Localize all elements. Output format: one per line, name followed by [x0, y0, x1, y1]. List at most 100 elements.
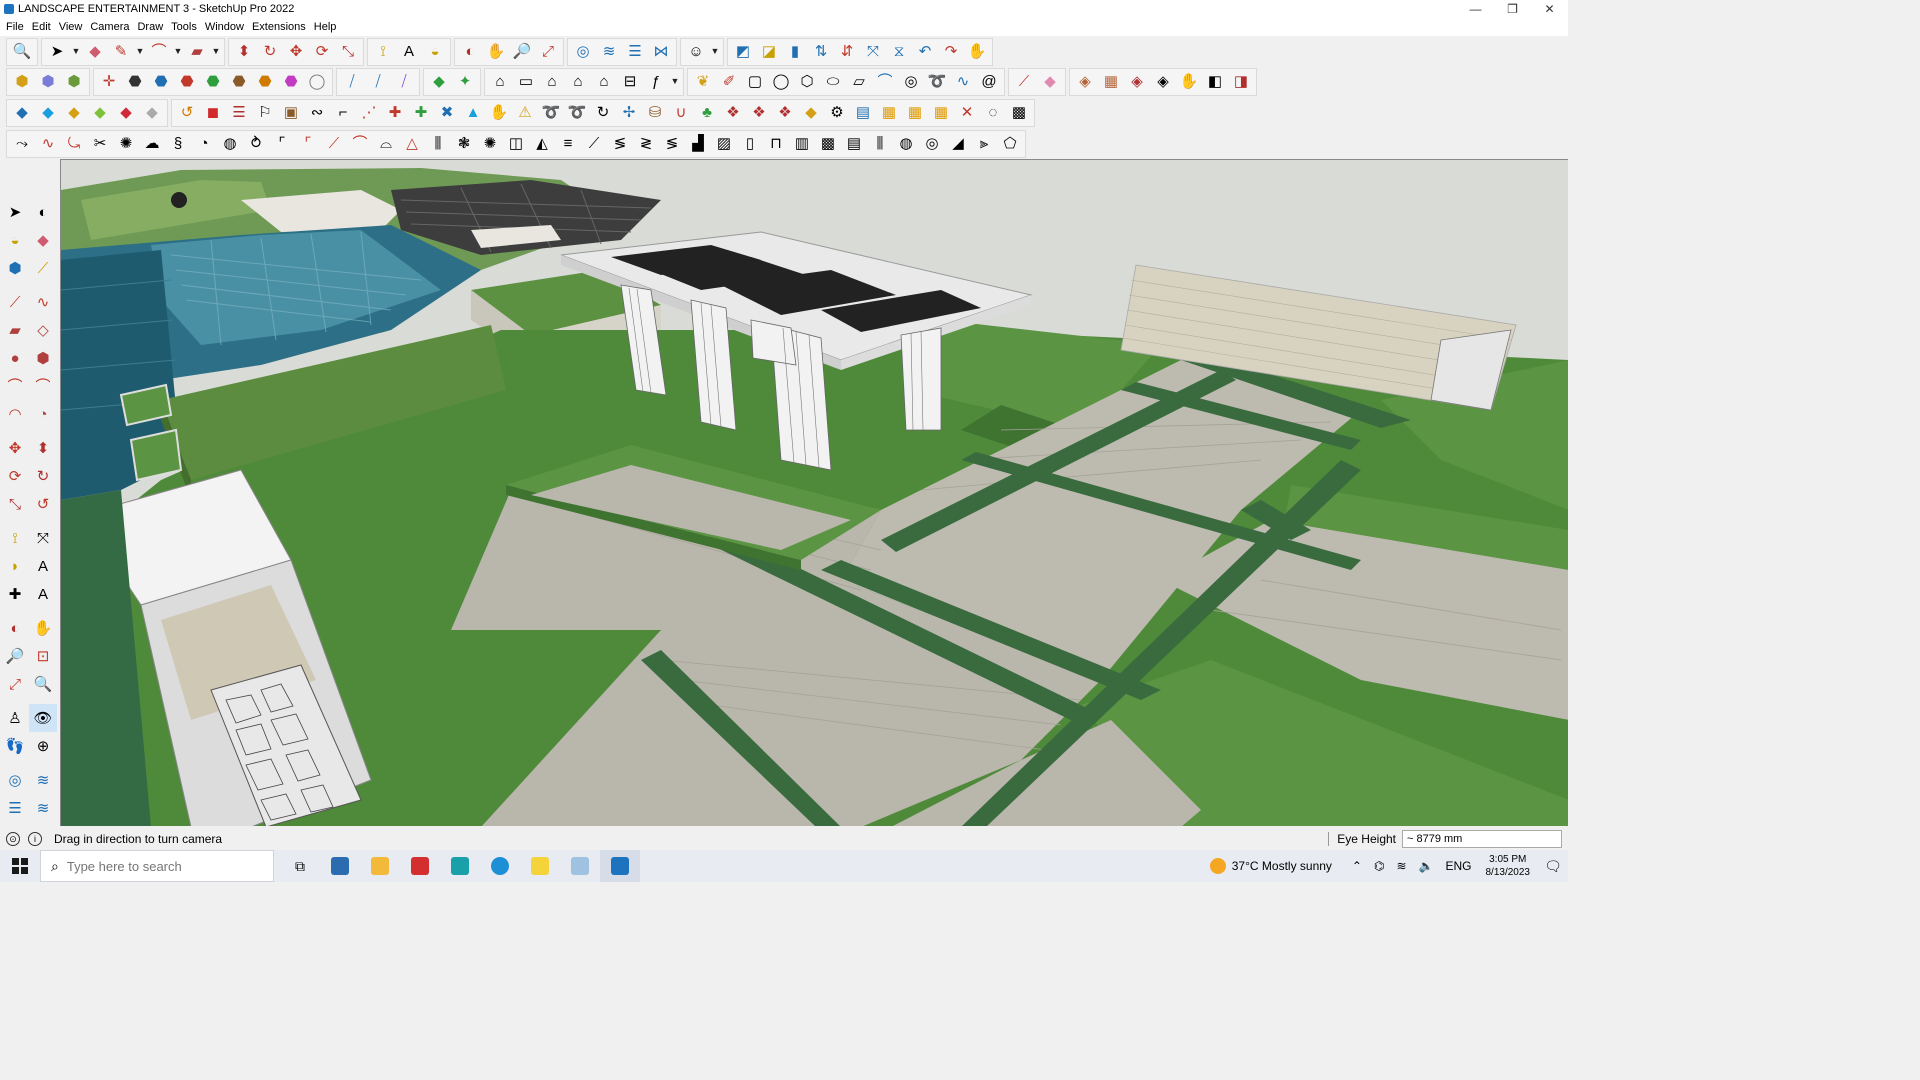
redo-icon[interactable]: ↷ — [938, 39, 964, 65]
zoom-icon[interactable]: 🔎 — [509, 39, 535, 65]
menu-view[interactable]: View — [55, 21, 87, 33]
cloud-icon[interactable]: ☁ — [139, 131, 165, 157]
hand-icon[interactable]: ✋ — [486, 100, 512, 126]
layer-gray-icon[interactable]: ◆ — [139, 100, 165, 126]
orbit-icon[interactable]: ◐ — [457, 39, 483, 65]
ellipse-icon[interactable]: ⬭ — [820, 69, 846, 95]
sphere-2-icon[interactable]: ◎ — [919, 131, 945, 157]
layer-blue-icon[interactable]: ◆ — [9, 100, 35, 126]
rectangle-icon[interactable]: ▰ — [184, 39, 210, 65]
tape-measure-icon[interactable]: ⟟ — [1, 524, 29, 552]
shell-icon[interactable]: ◔ — [191, 131, 217, 157]
tape-icon[interactable]: ⟋ — [29, 254, 57, 282]
select-arrow-icon[interactable]: ➤ — [44, 39, 70, 65]
smoove-icon[interactable]: ☰ — [622, 39, 648, 65]
pattern-icon[interactable]: ▩ — [815, 131, 841, 157]
puzzle-2-icon[interactable]: ❖ — [746, 100, 772, 126]
magnet-icon[interactable]: ∪ — [668, 100, 694, 126]
cone-icon[interactable]: ▲ — [460, 100, 486, 126]
formula-icon[interactable]: ƒ — [643, 69, 669, 95]
weather-widget[interactable]: 37°C Mostly sunny — [1209, 858, 1332, 874]
lasso-icon[interactable]: ➰ — [924, 69, 950, 95]
roof-icon[interactable]: ⌂ — [565, 69, 591, 95]
bezier-icon[interactable]: ∿ — [950, 69, 976, 95]
search-icon[interactable]: 🔍 — [9, 39, 35, 65]
pie-icon[interactable]: ◔ — [29, 400, 57, 428]
door-icon[interactable]: ⊓ — [763, 131, 789, 157]
grid-icon[interactable]: ▦ — [902, 100, 928, 126]
tag-icon[interactable]: ◆ — [798, 100, 824, 126]
cross-icon[interactable]: ✚ — [382, 100, 408, 126]
sandbox-scratch-icon[interactable]: ≋ — [596, 39, 622, 65]
close-button[interactable]: ✕ — [1531, 0, 1568, 18]
menu-edit[interactable]: Edit — [28, 21, 55, 33]
chevron-down-icon[interactable]: ▼ — [709, 39, 721, 65]
cube-map-icon[interactable]: ◈ — [1150, 69, 1176, 95]
menu-camera[interactable]: Camera — [86, 21, 133, 33]
sticky-notes-app[interactable] — [520, 850, 560, 882]
component-attributes-icon[interactable]: ⬢ — [61, 69, 87, 95]
twist-icon[interactable]: ⥁ — [243, 131, 269, 157]
red-square-icon[interactable]: ◼ — [200, 100, 226, 126]
smoove-icon[interactable]: ☰ — [1, 794, 29, 822]
menu-help[interactable]: Help — [310, 21, 341, 33]
layer-yellow-icon[interactable]: ◆ — [61, 100, 87, 126]
brush-icon[interactable]: ✐ — [716, 69, 742, 95]
grid-texture-icon[interactable]: ▦ — [1098, 69, 1124, 95]
move-icon[interactable]: ✥ — [283, 39, 309, 65]
menu-extensions[interactable]: Extensions — [248, 21, 310, 33]
cone-cut-icon[interactable]: △ — [399, 131, 425, 157]
list-icon[interactable]: ☰ — [226, 100, 252, 126]
undo-icon[interactable]: ↶ — [912, 39, 938, 65]
component-options-icon[interactable]: ⬢ — [35, 69, 61, 95]
dimension-icon[interactable]: ⤧ — [29, 524, 57, 552]
scatter-icon[interactable]: ✕ — [954, 100, 980, 126]
terrain-icon[interactable]: ◆ — [426, 69, 452, 95]
multi-line-icon[interactable]: ≶ — [607, 131, 633, 157]
zoom-window-icon[interactable]: ⊡ — [29, 642, 57, 670]
back-view-icon[interactable]: ⬣ — [226, 69, 252, 95]
polyline-icon[interactable]: ⤳ — [9, 131, 35, 157]
walk-icon[interactable]: 👣 — [1, 732, 29, 760]
sketchup-app[interactable] — [600, 850, 640, 882]
fence-icon[interactable]: ⫼ — [867, 131, 893, 157]
chevron-down-icon[interactable]: ▼ — [70, 39, 82, 65]
stamp-icon[interactable]: ⋈ — [648, 39, 674, 65]
window-tool-icon[interactable]: ▥ — [789, 131, 815, 157]
window-frame-icon[interactable]: ⊟ — [617, 69, 643, 95]
orbit-cube-icon[interactable]: ◐ — [29, 198, 57, 226]
volume-icon[interactable]: 🔈 — [1419, 859, 1434, 873]
hatch-icon[interactable]: ▨ — [711, 131, 737, 157]
zoom-extents-icon[interactable]: ⤢ — [535, 39, 561, 65]
scissors-icon[interactable]: ✂ — [87, 131, 113, 157]
tree-array-icon[interactable]: ⫸ — [971, 131, 997, 157]
edge-app[interactable] — [480, 850, 520, 882]
scale-icon[interactable]: ⤡ — [335, 39, 361, 65]
surface-icon[interactable]: ◨ — [1228, 69, 1254, 95]
section-cut-icon[interactable]: ⧸ — [365, 69, 391, 95]
drape-icon[interactable]: ≋ — [29, 794, 57, 822]
lasso-deselect-icon[interactable]: ➰ — [564, 100, 590, 126]
bend-icon[interactable]: ⌒ — [347, 131, 373, 157]
pencil-icon[interactable]: ✎ — [108, 39, 134, 65]
hexagon-icon[interactable]: ⬡ — [794, 69, 820, 95]
intersect-icon[interactable]: ◪ — [756, 39, 782, 65]
parallelogram-icon[interactable]: ▱ — [846, 69, 872, 95]
axes-icon[interactable]: ✛ — [96, 69, 122, 95]
barrel-icon[interactable]: ⛁ — [642, 100, 668, 126]
scale-icon[interactable]: ⤡ — [1, 490, 29, 518]
chevron-down-icon[interactable]: ▼ — [172, 39, 184, 65]
left-view-icon[interactable]: ⬣ — [252, 69, 278, 95]
chevron-down-icon[interactable]: ▼ — [134, 39, 146, 65]
knife-icon[interactable]: ⟋ — [581, 131, 607, 157]
previous-view-icon[interactable]: 🔍 — [29, 670, 57, 698]
menu-window[interactable]: Window — [201, 21, 248, 33]
texture-paint-icon[interactable]: ◧ — [1202, 69, 1228, 95]
rotate-icon[interactable]: ⟳ — [1, 462, 29, 490]
blue-x-icon[interactable]: ✖ — [434, 100, 460, 126]
skin-icon[interactable]: ◫ — [503, 131, 529, 157]
offset-icon[interactable]: ↺ — [29, 490, 57, 518]
look-around-icon[interactable]: 👁 — [29, 704, 57, 732]
paint-bucket-icon[interactable]: ◒ — [1, 226, 29, 254]
sandbox-contours-icon[interactable]: ◎ — [1, 766, 29, 794]
